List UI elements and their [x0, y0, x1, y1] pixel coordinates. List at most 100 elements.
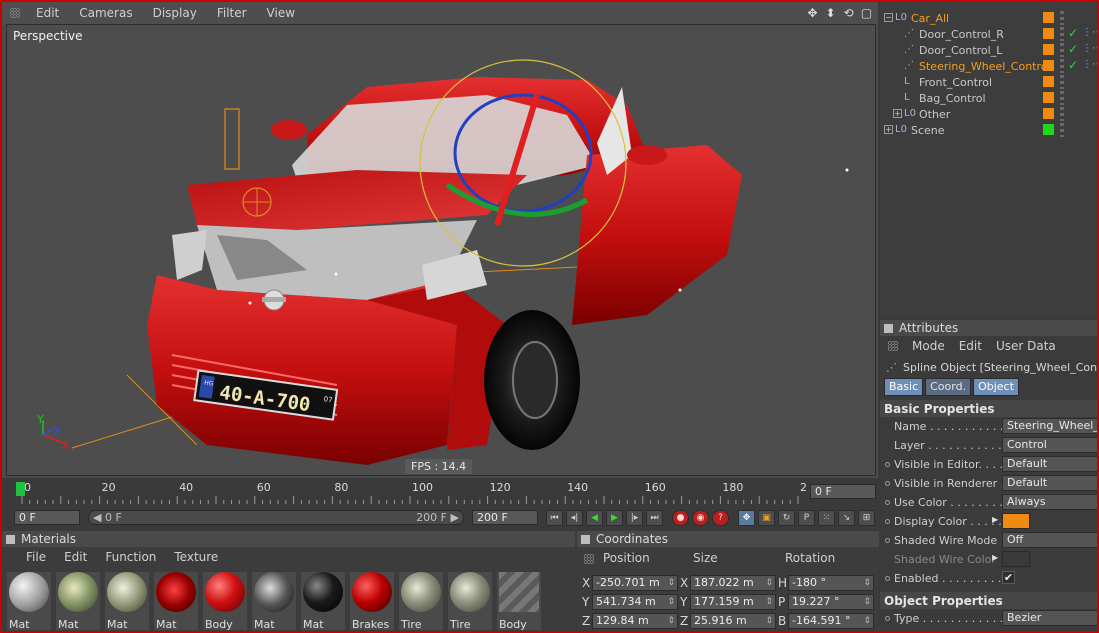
size-x-field[interactable]: 187.022 m [690, 575, 776, 591]
menu-display[interactable]: Display [143, 6, 207, 20]
menu-edit[interactable]: Edit [26, 6, 69, 20]
record-icon[interactable]: ● [672, 510, 689, 526]
material-swatch[interactable]: Brakes [350, 572, 394, 631]
use-color-dropdown[interactable]: Always [1002, 494, 1099, 510]
visible-editor-dropdown[interactable]: Default [1002, 456, 1099, 472]
material-swatch[interactable]: Mat [56, 572, 100, 631]
enabled-check-icon[interactable]: ✓ [1068, 26, 1078, 40]
expand-icon[interactable]: + [884, 125, 893, 134]
layer-color-swatch[interactable] [1043, 108, 1054, 119]
tab-object[interactable]: Object [973, 378, 1019, 396]
expand-icon[interactable]: + [893, 109, 902, 118]
shaded-wire-color-swatch[interactable] [1002, 551, 1030, 567]
visibility-dots[interactable] [1060, 43, 1064, 57]
enabled-check-icon[interactable]: ✓ [1068, 58, 1078, 72]
layer-color-swatch[interactable] [1043, 60, 1054, 71]
record-rotation-icon[interactable]: ↻ [778, 510, 795, 526]
menu-edit[interactable]: Edit [64, 550, 87, 564]
tree-item-car-all[interactable]: − L0 Car_All [880, 10, 1097, 26]
position-x-field[interactable]: -250.701 m [592, 575, 678, 591]
enabled-checkbox[interactable]: ✔ [1002, 571, 1015, 584]
rotation-b-field[interactable]: -164.591 ° [788, 613, 874, 629]
material-swatch[interactable]: Mat [7, 572, 51, 631]
xpresso-tag-icon[interactable]: ⋮⋯ [1082, 43, 1099, 54]
animate-bullet-icon[interactable] [885, 481, 890, 486]
animate-bullet-icon[interactable] [885, 462, 890, 467]
autokey-icon[interactable]: ◉ [692, 510, 709, 526]
record-parameter-icon[interactable]: P [798, 510, 815, 526]
menu-view[interactable]: View [257, 6, 305, 20]
name-field[interactable]: Steering_Wheel_Co [1002, 418, 1099, 434]
end-frame-field[interactable]: 200 F [472, 510, 538, 525]
current-frame-field[interactable]: 0 F [810, 484, 876, 499]
menu-function[interactable]: Function [105, 550, 156, 564]
expand-triangle-icon[interactable]: ▶ [992, 553, 998, 562]
expand-triangle-icon[interactable]: ▶ [992, 515, 998, 524]
prev-key-icon[interactable]: ◂| [566, 510, 583, 526]
material-swatch[interactable]: Tire [448, 572, 492, 631]
tree-item-bag-control[interactable]: L Bag_Control [880, 90, 1097, 106]
tab-coord[interactable]: Coord. [925, 378, 972, 396]
visibility-dots[interactable] [1060, 59, 1064, 73]
goto-start-icon[interactable]: ⏮ [546, 510, 563, 526]
material-swatch[interactable]: Tire [399, 572, 443, 631]
xpresso-tag-icon[interactable]: ⋮⋯ [1082, 27, 1099, 38]
visibility-dots[interactable] [1060, 27, 1064, 41]
maximize-view-icon[interactable]: ▢ [859, 5, 874, 20]
visible-renderer-dropdown[interactable]: Default [1002, 475, 1099, 491]
visibility-dots[interactable] [1060, 75, 1064, 89]
layer-color-swatch[interactable] [1043, 28, 1054, 39]
visibility-dots[interactable] [1060, 107, 1064, 121]
menu-texture[interactable]: Texture [174, 550, 218, 564]
timeline-ruler[interactable]: 0 20 40 60 80 100 120 140 160 180 200 [16, 478, 806, 506]
record-scale-icon[interactable]: ▣ [758, 510, 775, 526]
rotation-h-field[interactable]: -180 ° [788, 575, 874, 591]
animate-bullet-icon[interactable] [885, 538, 890, 543]
play-forward-icon[interactable]: ▶ [606, 510, 623, 526]
layer-color-swatch[interactable] [1043, 92, 1054, 103]
menu-cameras[interactable]: Cameras [69, 6, 142, 20]
position-y-field[interactable]: 541.734 m [592, 594, 678, 610]
start-frame-field[interactable]: 0 F [14, 510, 80, 525]
move-view-icon[interactable]: ✥ [805, 5, 820, 20]
tab-basic[interactable]: Basic [884, 378, 924, 396]
material-swatch[interactable]: Body [497, 572, 541, 631]
tree-item-scene[interactable]: + L0 Scene [880, 122, 1097, 138]
layer-color-swatch[interactable] [1043, 76, 1054, 87]
menu-user-data[interactable]: User Data [996, 339, 1056, 353]
size-z-field[interactable]: 25.916 m [690, 613, 776, 629]
record-position-icon[interactable]: ✥ [738, 510, 755, 526]
3d-viewport[interactable]: Perspective HG 40-A-700 07 Y Z X FPS: 1… [6, 24, 876, 476]
menu-mode[interactable]: Mode [912, 339, 945, 353]
layer-color-swatch[interactable] [1043, 44, 1054, 55]
tree-item-steering-wheel-control[interactable]: ⋰ Steering_Wheel_Control ✓ ⋮⋯ [880, 58, 1099, 74]
tree-item-other[interactable]: + L0 Other [880, 106, 1097, 122]
record-point-icon[interactable]: ⁙ [818, 510, 835, 526]
tree-item-door-control-r[interactable]: ⋰ Door_Control_R ✓ ⋮⋯ [880, 26, 1099, 42]
rotate-view-icon[interactable]: ⟲ [841, 5, 856, 20]
display-color-swatch[interactable] [1002, 513, 1030, 529]
collapse-icon[interactable]: − [884, 13, 893, 22]
material-swatch[interactable]: Mat [105, 572, 149, 631]
layer-field[interactable]: Control [1002, 437, 1099, 453]
tree-item-door-control-l[interactable]: ⋰ Door_Control_L ✓ ⋮⋯ [880, 42, 1099, 58]
visibility-dots[interactable] [1060, 123, 1064, 137]
play-backward-icon[interactable]: ◀ [586, 510, 603, 526]
material-swatch[interactable]: Mat [154, 572, 198, 631]
size-y-field[interactable]: 177.159 m [690, 594, 776, 610]
position-z-field[interactable]: 129.84 m [592, 613, 678, 629]
material-swatch[interactable]: Mat [252, 572, 296, 631]
scheme-icon[interactable]: ⊞ [858, 510, 875, 526]
scroll-left-icon[interactable]: ◀ [93, 511, 101, 524]
goto-end-icon[interactable]: ⏭ [646, 510, 663, 526]
interpolation-icon[interactable]: ↘ [838, 510, 855, 526]
keyframe-selection-icon[interactable]: ? [712, 510, 729, 526]
type-dropdown[interactable]: Bezier [1002, 610, 1099, 626]
menu-file[interactable]: File [26, 550, 46, 564]
tree-item-front-control[interactable]: L Front_Control [880, 74, 1097, 90]
animate-bullet-icon[interactable] [885, 519, 890, 524]
material-swatch[interactable]: Body [203, 572, 247, 631]
material-swatch[interactable]: Mat [301, 572, 345, 631]
dolly-view-icon[interactable]: ⬍ [823, 5, 838, 20]
animate-bullet-icon[interactable] [885, 616, 890, 621]
